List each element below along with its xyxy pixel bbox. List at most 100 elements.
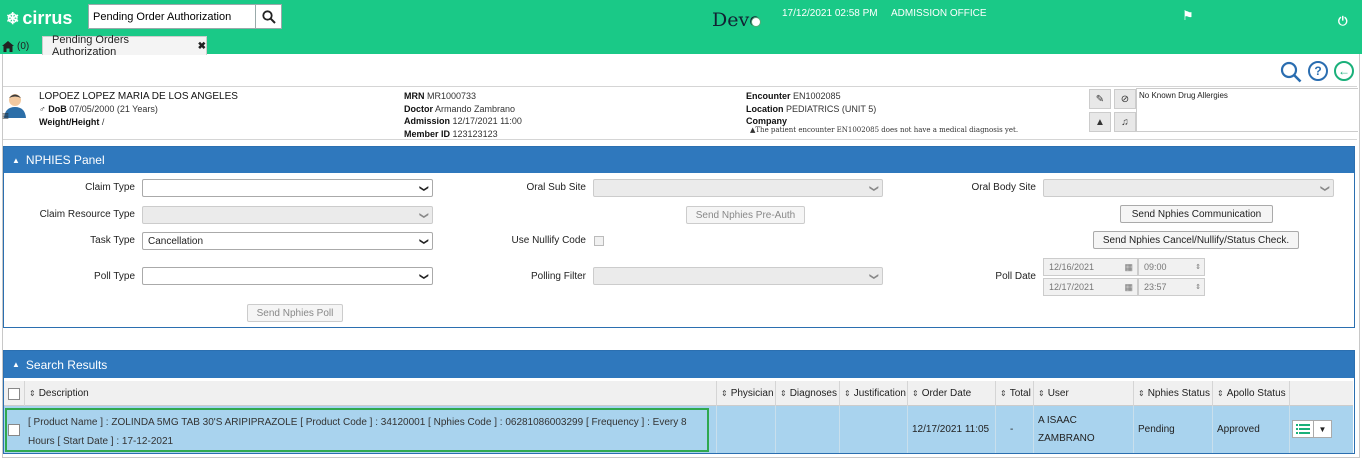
cirrus-logo[interactable]: ❄ cirrus	[6, 8, 72, 29]
row-apollo-status: Approved	[1212, 406, 1289, 453]
alert-icon[interactable]: ▲	[1089, 112, 1111, 132]
column-description[interactable]: ⇕ Description	[24, 381, 716, 406]
search-icon[interactable]	[1280, 61, 1302, 83]
column-diagnoses[interactable]: ⇕ Diagnoses	[775, 381, 839, 406]
patient-encounter-info: Encounter EN1002085 Location PEDIATRICS …	[746, 91, 877, 126]
flag-icon[interactable]: ⚑	[1182, 8, 1194, 24]
home-icon	[2, 40, 14, 52]
gender-icon: ♂	[39, 104, 46, 114]
patient-dob: ♂ DoB 07/05/2000 (21 Years)	[39, 104, 158, 114]
tab-pending-orders-authorization[interactable]: Pending Orders Authorization ✖	[42, 34, 207, 58]
page-toolbar: ? ←	[1280, 61, 1354, 83]
chevron-down-icon: ❯	[1320, 184, 1331, 192]
sort-icon: ⇕	[1000, 389, 1007, 398]
task-type-select[interactable]: Cancellation ❯	[142, 232, 433, 250]
collapse-icon[interactable]: ▲	[12, 360, 20, 369]
column-actions	[1289, 381, 1353, 406]
caret-down-icon: ▼	[1318, 424, 1327, 434]
poll-type-label: Poll Type	[94, 271, 135, 282]
sort-icon: ⇕	[912, 389, 919, 398]
sort-icon: ⇕	[721, 389, 728, 398]
search-results-header[interactable]: ▲ Search Results	[4, 351, 1354, 378]
claim-resource-type-select[interactable]: ❯	[142, 206, 433, 224]
close-icon[interactable]: ✖	[198, 41, 206, 52]
sort-icon: ⇕	[780, 389, 787, 398]
back-icon[interactable]: ←	[1334, 61, 1354, 81]
row-total: -	[995, 406, 1033, 453]
patient-name: LOPOEZ LOPEZ MARIA DE LOS ANGELES	[39, 91, 238, 102]
collapse-icon[interactable]: ▲	[12, 156, 20, 165]
time-spinner-icon[interactable]: ⇕	[1195, 263, 1201, 271]
help-icon[interactable]: ?	[1308, 61, 1328, 81]
polling-filter-label: Polling Filter	[530, 271, 586, 282]
select-all-checkbox[interactable]	[8, 387, 20, 400]
row-nphies-status: Pending	[1133, 406, 1212, 453]
poll-date-to-input[interactable]: 12/17/2021 ▦	[1043, 278, 1138, 296]
calendar-icon[interactable]: ▦	[1124, 282, 1133, 293]
current-location: ADMISSION OFFICE	[891, 8, 987, 19]
poll-time-from-input[interactable]: 09:00 ⇕	[1138, 258, 1205, 276]
oral-sub-site-label: Oral Sub Site	[526, 182, 586, 193]
nphies-panel-header[interactable]: ▲ NPHIES Panel	[4, 147, 1354, 173]
column-apollo-status[interactable]: ⇕ Apollo Status	[1212, 381, 1289, 406]
chevron-down-icon: ❯	[419, 237, 430, 245]
logo-text: cirrus	[22, 8, 73, 28]
task-type-label: Task Type	[90, 235, 135, 246]
home-tab-count: (0)	[17, 40, 30, 52]
column-physician[interactable]: ⇕ Physician	[716, 381, 775, 406]
search-button[interactable]	[255, 5, 281, 28]
diagnosis-warning: ▲The patient encounter EN1002085 does no…	[750, 126, 1019, 134]
search-icon	[261, 9, 276, 24]
row-menu-dropdown[interactable]: ▼	[1314, 420, 1332, 438]
list-icon	[1296, 424, 1310, 434]
power-icon[interactable]: ⏻	[1338, 14, 1348, 29]
claim-type-select[interactable]: ❯	[142, 179, 433, 197]
chevron-down-icon: ❯	[419, 272, 430, 280]
row-justification	[839, 406, 907, 453]
doctor-value: Armando Zambrano	[435, 103, 516, 114]
sort-icon: ⇕	[29, 389, 36, 398]
poll-time-to-input[interactable]: 23:57 ⇕	[1138, 278, 1205, 296]
chevron-down-icon: ❯	[869, 272, 880, 280]
column-total[interactable]: ⇕ Total	[995, 381, 1033, 406]
column-nphies-status[interactable]: ⇕ Nphies Status	[1133, 381, 1212, 406]
time-spinner-icon[interactable]: ⇕	[1195, 283, 1201, 291]
chevron-down-icon: ❯	[419, 184, 430, 192]
claim-resource-type-label: Claim Resource Type	[39, 209, 135, 220]
sort-icon: ⇕	[1217, 389, 1224, 398]
use-nullify-code-checkbox[interactable]	[594, 236, 604, 246]
row-description: [ Product Name ] : ZOLINDA 5MG TAB 30'S …	[5, 408, 709, 452]
column-order-date[interactable]: ⇕ Order Date	[907, 381, 995, 406]
column-justification[interactable]: ⇕ Justification	[839, 381, 907, 406]
send-nphies-pre-auth-button[interactable]: Send Nphies Pre-Auth	[686, 206, 805, 224]
polling-filter-select[interactable]: ❯	[593, 267, 883, 285]
oral-sub-site-select[interactable]: ❯	[593, 179, 883, 197]
sort-icon: ⇕	[844, 389, 851, 398]
row-actions: ▼	[1292, 420, 1332, 438]
send-nphies-communication-button[interactable]: Send Nphies Communication	[1120, 205, 1273, 223]
chevron-down-icon: ❯	[869, 184, 880, 192]
block-icon[interactable]: ⊘	[1114, 89, 1136, 109]
global-search	[88, 4, 282, 29]
bell-icon[interactable]: ♫	[1114, 112, 1136, 132]
search-input[interactable]	[89, 5, 255, 28]
mrn-value: MR1000733	[427, 91, 477, 101]
oral-body-site-label: Oral Body Site	[971, 182, 1036, 193]
menu-icon[interactable]: ≡	[2, 109, 9, 123]
claim-type-label: Claim Type	[85, 182, 135, 193]
sort-icon: ⇕	[1038, 389, 1045, 398]
column-user[interactable]: ⇕ User	[1033, 381, 1133, 406]
oral-body-site-select[interactable]: ❯	[1043, 179, 1334, 197]
list-details-button[interactable]	[1292, 420, 1314, 438]
calendar-icon[interactable]: ▦	[1124, 262, 1133, 273]
results-table-header: ⇕ Description ⇕ Physician ⇕ Diagnoses ⇕ Just…	[4, 381, 1353, 406]
poll-date-from-input[interactable]: 12/16/2021 ▦	[1043, 258, 1138, 276]
encounter-value: EN1002085	[793, 91, 841, 101]
send-nphies-poll-button[interactable]: Send Nphies Poll	[247, 304, 343, 322]
tab-home[interactable]: (0)	[2, 38, 29, 54]
poll-type-select[interactable]: ❯	[142, 267, 433, 285]
select-all-cell	[4, 381, 24, 406]
pin-icon[interactable]: ✎	[1089, 89, 1111, 109]
current-datetime: 17/12/2021 02:58 PM	[782, 8, 878, 19]
send-nphies-cancel-button[interactable]: Send Nphies Cancel/Nullify/Status Check.	[1093, 231, 1299, 249]
